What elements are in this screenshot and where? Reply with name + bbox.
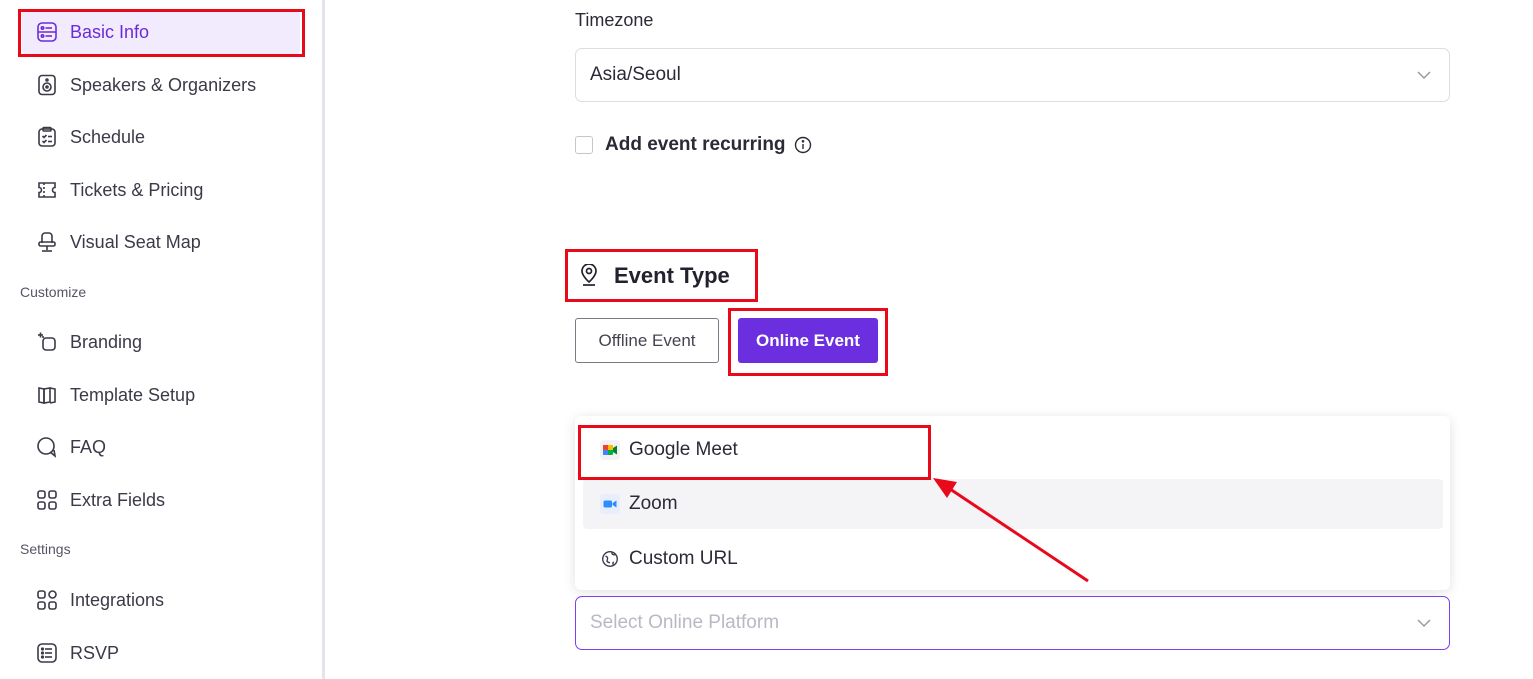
event-type-heading: Event Type — [578, 263, 730, 289]
option-zoom[interactable]: Zoom — [583, 479, 1443, 529]
option-label: Google Meet — [629, 439, 738, 460]
sidebar-item-label: Extra Fields — [70, 489, 166, 510]
sidebar-item-speakers[interactable]: Speakers & Organizers — [22, 63, 300, 107]
sidebar-item-faq[interactable]: FAQ — [22, 425, 300, 469]
branding-icon — [36, 331, 58, 353]
offline-event-button[interactable]: Offline Event — [575, 318, 719, 363]
ticket-icon — [36, 179, 58, 201]
seat-icon — [36, 231, 58, 253]
sidebar-item-label: Tickets & Pricing — [70, 179, 204, 200]
extra-fields-icon — [36, 489, 58, 511]
sidebar-item-seat-map[interactable]: Visual Seat Map — [22, 220, 300, 264]
option-custom-url[interactable]: Custom URL — [583, 534, 1443, 584]
sidebar-item-label: FAQ — [70, 436, 107, 457]
location-pin-icon — [581, 264, 597, 286]
sidebar-item-template-setup[interactable]: Template Setup — [22, 373, 300, 417]
sidebar-item-label: Visual Seat Map — [70, 231, 201, 252]
info-icon[interactable] — [794, 136, 812, 154]
speaker-icon — [36, 74, 58, 96]
custom-url-icon — [599, 548, 621, 570]
sidebar-item-label: Integrations — [70, 589, 165, 610]
sidebar-item-label: Basic Info — [70, 21, 150, 42]
event-type-title: Event Type — [614, 263, 730, 288]
google-meet-icon — [599, 439, 621, 461]
customize-group-label: Customize — [20, 284, 87, 300]
chevron-down-icon — [1417, 71, 1431, 80]
clipboard-icon — [36, 126, 58, 148]
option-label: Custom URL — [629, 548, 738, 569]
sidebar-item-tickets[interactable]: Tickets & Pricing — [22, 168, 300, 212]
zoom-icon — [599, 493, 621, 515]
recurring-label: Add event recurring — [605, 134, 786, 155]
basic-info-icon — [36, 21, 58, 43]
recurring-checkbox[interactable] — [575, 136, 593, 154]
rsvp-icon — [36, 642, 58, 664]
timezone-select[interactable]: Asia/Seoul — [575, 48, 1450, 102]
sidebar-item-extra-fields[interactable]: Extra Fields — [22, 478, 300, 522]
sidebar-item-rsvp[interactable]: RSVP — [22, 631, 300, 675]
option-google-meet[interactable]: Google Meet — [583, 425, 1443, 475]
template-icon — [36, 384, 58, 406]
recurring-row: Add event recurring — [575, 134, 812, 156]
option-label: Zoom — [629, 493, 678, 514]
sidebar-item-label: Branding — [70, 331, 143, 352]
sidebar-item-integrations[interactable]: Integrations — [22, 578, 300, 622]
online-platform-select[interactable]: Select Online Platform — [575, 596, 1450, 650]
sidebar-item-label: Schedule — [70, 126, 146, 147]
sidebar-item-schedule[interactable]: Schedule — [22, 115, 300, 159]
sidebar-item-label: Speakers & Organizers — [70, 74, 257, 95]
timezone-value: Asia/Seoul — [590, 64, 681, 85]
chevron-down-icon — [1417, 619, 1431, 628]
integrations-icon — [36, 589, 58, 611]
platform-dropdown-menu: Google Meet Zoom Custom URL — [575, 416, 1450, 590]
settings-group-label: Settings — [20, 541, 71, 557]
sidebar: Basic Info Speakers & Organizers Schedul… — [0, 0, 325, 679]
sidebar-item-label: Template Setup — [70, 384, 196, 405]
timezone-label: Timezone — [575, 10, 654, 30]
sidebar-item-branding[interactable]: Branding — [22, 320, 300, 364]
online-event-button[interactable]: Online Event — [738, 318, 878, 363]
faq-icon — [36, 436, 58, 458]
sidebar-item-label: RSVP — [70, 642, 120, 663]
sidebar-item-basic-info[interactable]: Basic Info — [22, 10, 300, 54]
platform-placeholder: Select Online Platform — [590, 612, 780, 633]
